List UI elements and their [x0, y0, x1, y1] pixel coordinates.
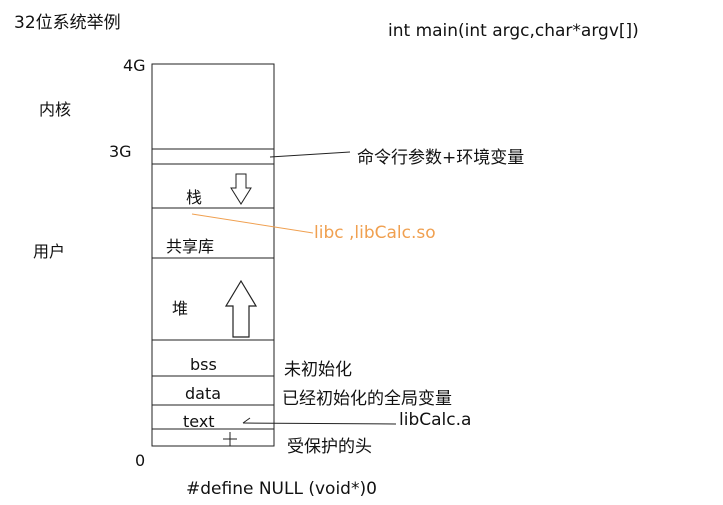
crosshair-cursor-icon	[223, 432, 237, 446]
heap-up-arrow-icon	[224, 279, 258, 338]
heap-segment-label: 堆	[172, 299, 189, 318]
stack-down-arrow-icon	[230, 173, 252, 205]
bss-description: 未初始化	[284, 360, 352, 380]
shared-lib-connector	[191, 213, 314, 234]
args-env-annotation: 命令行参数+环境变量	[357, 148, 525, 168]
data-description: 已经初始化的全局变量	[282, 389, 452, 409]
data-segment-label: data	[185, 384, 222, 403]
args-env-connector	[269, 151, 351, 158]
protected-head-annotation: 受保护的头	[287, 437, 372, 457]
null-define-code: #define NULL (void*)0	[186, 479, 377, 499]
shared-lib-files-annotation: libc ,libCalc.so	[314, 223, 436, 243]
static-lib-annotation: libCalc.a	[399, 410, 472, 430]
memory-layout-diagram	[151, 63, 397, 447]
text-segment-label: text	[183, 412, 215, 431]
bss-segment-label: bss	[190, 355, 217, 374]
stack-segment-label: 栈	[186, 188, 203, 207]
shared-lib-segment-label: 共享库	[166, 237, 215, 256]
static-lib-connector	[242, 422, 397, 425]
